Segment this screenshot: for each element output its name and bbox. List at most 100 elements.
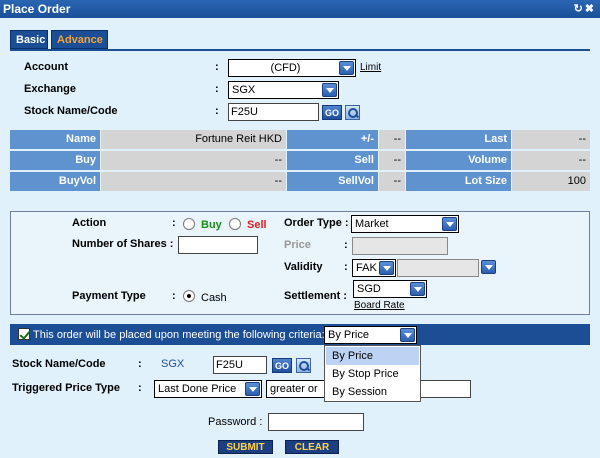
validity-date-dropdown[interactable]: [481, 260, 496, 274]
quote-volume-value: --: [512, 151, 590, 170]
exchange-select-value: SGX: [232, 84, 256, 96]
window-title-bar: Place Order ↻✖: [0, 0, 600, 18]
buy-radio[interactable]: [183, 218, 195, 230]
account-label: Account: [24, 61, 68, 73]
cash-radio[interactable]: [183, 290, 195, 302]
quote-name-label: Name: [10, 130, 100, 149]
order-type-value: Market: [355, 218, 389, 230]
buy-label: Buy: [201, 219, 222, 231]
cash-label: Cash: [201, 292, 227, 304]
criteria-stock-label: Stock Name/Code: [12, 358, 106, 370]
search-icon[interactable]: [296, 358, 311, 373]
search-icon[interactable]: [345, 105, 360, 120]
quote-last-label: Last: [406, 130, 511, 149]
validity-label: Validity: [284, 261, 323, 273]
trigger-price-input[interactable]: [419, 380, 471, 398]
trigger-colon: :: [138, 382, 142, 394]
tab-basic[interactable]: Basic: [10, 30, 48, 49]
settlement-label: Settlement :: [284, 290, 347, 302]
action-colon: :: [172, 217, 176, 229]
order-type-select[interactable]: Market: [351, 215, 459, 233]
price-input[interactable]: [352, 237, 448, 255]
stock-code-input[interactable]: F25U: [228, 103, 319, 121]
order-type-label: Order Type :: [284, 217, 349, 229]
chevron-down-icon: [442, 217, 457, 231]
window-title: Place Order: [3, 2, 71, 16]
payment-type-label: Payment Type: [72, 290, 146, 302]
submit-button[interactable]: SUBMIT: [218, 440, 273, 454]
price-colon: :: [344, 239, 348, 251]
exchange-select[interactable]: SGX: [228, 81, 339, 99]
quote-lotsize-value: 100: [512, 172, 590, 191]
payment-colon: :: [172, 290, 176, 302]
stock-label: Stock Name/Code: [24, 105, 118, 117]
validity-colon: :: [344, 261, 348, 273]
quote-buy-label: Buy: [10, 151, 100, 170]
chevron-down-icon: [339, 61, 354, 75]
account-select[interactable]: (CFD): [228, 59, 356, 77]
quote-sellvol-label: SellVol: [287, 172, 378, 191]
validity-value: FAK: [356, 262, 377, 274]
tab-underline: [10, 49, 590, 51]
shares-label: Number of Shares :: [72, 238, 174, 250]
shares-input[interactable]: [178, 236, 258, 254]
stock-colon: :: [215, 105, 219, 117]
criteria-stock-colon: :: [138, 358, 142, 370]
quote-change-value: --: [379, 130, 405, 149]
quote-buy-value: --: [101, 151, 286, 170]
quote-sellvol-value: --: [379, 172, 405, 191]
chevron-down-icon: [322, 83, 337, 97]
criteria-exchange: SGX: [161, 358, 185, 370]
trigger-price-type-label: Triggered Price Type: [12, 382, 121, 394]
action-label: Action: [72, 217, 107, 229]
chevron-down-icon: [245, 382, 260, 396]
trigger-price-type-value: Last Done Price: [158, 383, 237, 395]
criteria-option-by-stop-price[interactable]: By Stop Price: [326, 365, 419, 383]
quote-lotsize-label: Lot Size: [406, 172, 511, 191]
chevron-down-icon: [379, 261, 394, 275]
settlement-value: SGD: [357, 283, 381, 295]
limit-link[interactable]: Limit: [360, 62, 381, 73]
exchange-label: Exchange: [24, 83, 76, 95]
trigger-condition-select[interactable]: greater or e: [266, 380, 326, 398]
refresh-close-icons[interactable]: ↻✖: [574, 0, 596, 18]
criteria-option-by-session[interactable]: By Session: [326, 383, 419, 401]
criteria-dropdown-list: By Price By Stop Price By Session: [324, 345, 421, 402]
password-label: Password :: [208, 416, 263, 428]
quote-change-label: +/-: [287, 130, 378, 149]
quote-table: Name Fortune Reit HKD +/- -- Last -- Buy…: [10, 130, 590, 191]
criteria-select[interactable]: By Price: [324, 326, 417, 344]
tab-advance[interactable]: Advance: [51, 30, 108, 49]
price-label: Price: [284, 239, 311, 251]
chevron-down-icon: [410, 282, 425, 296]
criteria-selected-value: By Price: [328, 329, 369, 341]
quote-buyvol-value: --: [101, 172, 286, 191]
chevron-down-icon: [400, 328, 415, 342]
trigger-price-type-select[interactable]: Last Done Price: [154, 380, 262, 398]
quote-name-value: Fortune Reit HKD: [101, 130, 286, 149]
clear-button[interactable]: CLEAR: [285, 440, 339, 454]
criteria-go-button[interactable]: GO: [272, 358, 292, 373]
quote-last-value: --: [512, 130, 590, 149]
exchange-colon: :: [215, 83, 219, 95]
sell-label: Sell: [247, 219, 267, 231]
chevron-down-icon: [481, 260, 496, 274]
validity-date-input[interactable]: [397, 259, 479, 277]
board-rate-link[interactable]: Board Rate: [354, 300, 405, 311]
quote-sell-value: --: [379, 151, 405, 170]
trigger-condition-value: greater or e: [270, 383, 318, 395]
password-input[interactable]: [268, 413, 364, 431]
criteria-text: This order will be placed upon meeting t…: [33, 329, 325, 341]
validity-select[interactable]: FAK: [352, 259, 396, 277]
account-colon: :: [215, 61, 219, 73]
settlement-select[interactable]: SGD: [353, 280, 427, 298]
criteria-stock-input[interactable]: F25U: [213, 356, 267, 374]
go-button[interactable]: GO: [322, 105, 342, 120]
quote-volume-label: Volume: [406, 151, 511, 170]
quote-sell-label: Sell: [287, 151, 378, 170]
criteria-option-by-price[interactable]: By Price: [326, 347, 419, 365]
quote-buyvol-label: BuyVol: [10, 172, 100, 191]
sell-radio[interactable]: [229, 218, 241, 230]
account-select-value: (CFD): [270, 62, 301, 74]
criteria-checkbox[interactable]: [18, 328, 30, 340]
